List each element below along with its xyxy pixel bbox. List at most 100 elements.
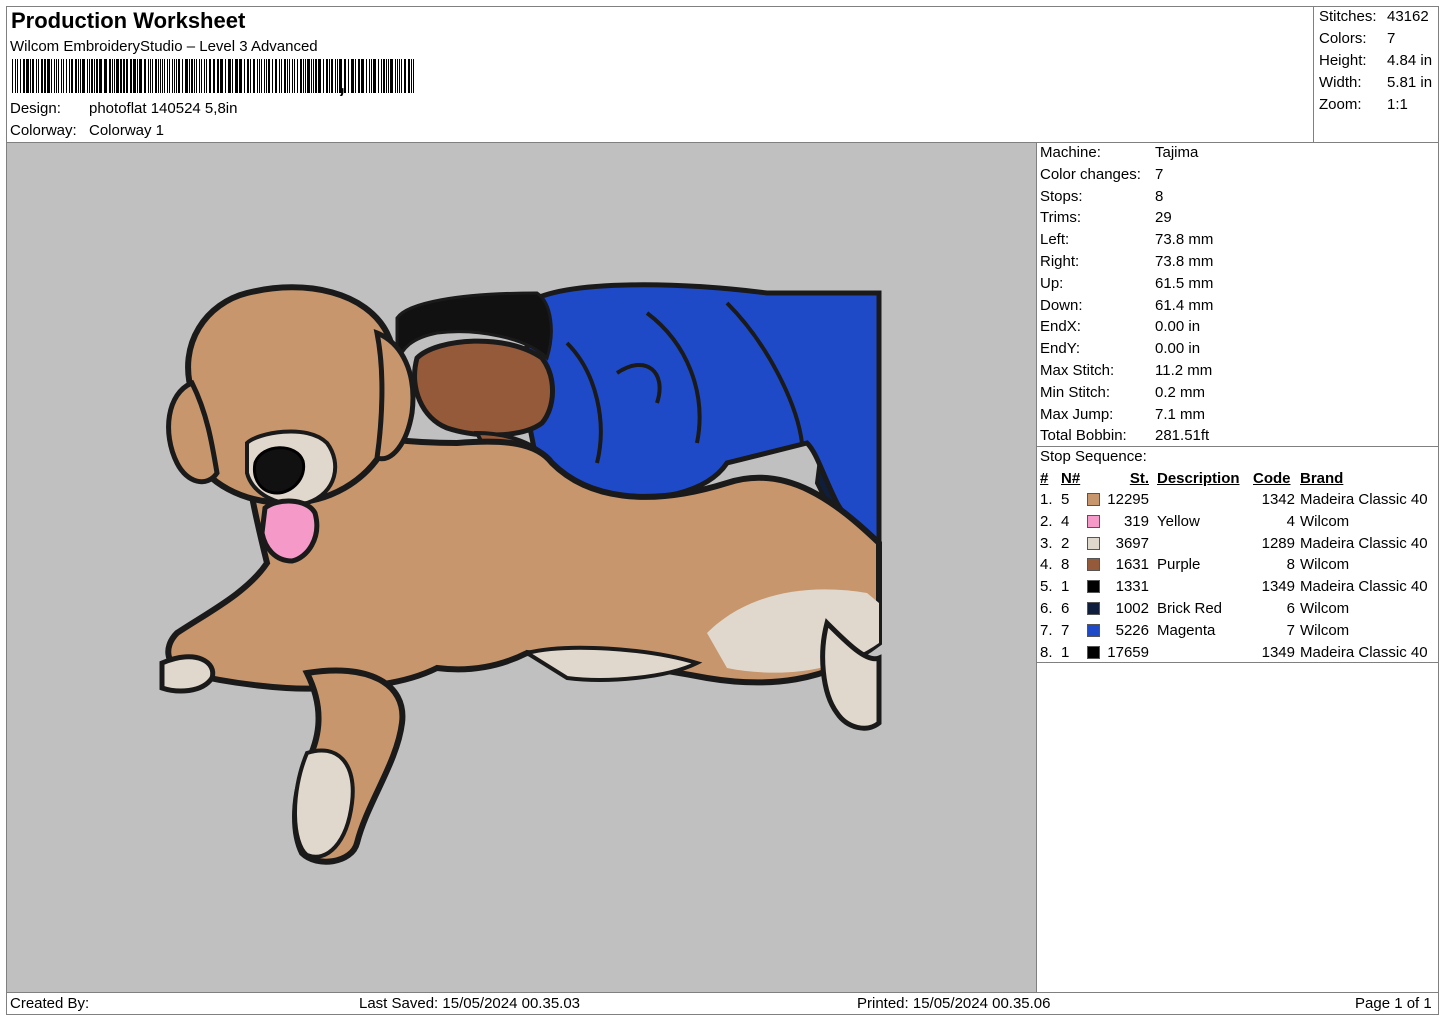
needle-number: 7 <box>1061 621 1070 639</box>
thread-code: 8 <box>1286 556 1295 574</box>
embroidery-design-image <box>159 282 882 865</box>
machine-info-value: 7 <box>1155 165 1164 183</box>
machine-info-value: Tajima <box>1155 144 1199 161</box>
col-header-num: # <box>1040 470 1049 487</box>
col-header-code: Code <box>1253 470 1291 487</box>
summary-label: Colors: <box>1319 30 1367 47</box>
summary-value: 5.81 in <box>1387 74 1433 91</box>
machine-info-label: EndX: <box>1040 318 1081 336</box>
needle-number: 6 <box>1061 600 1070 617</box>
software-name: Wilcom EmbroideryStudio – Level 3 Advanc… <box>10 38 318 55</box>
stitch-count: 1331 <box>1115 578 1149 596</box>
thread-code: 1289 <box>1261 534 1295 552</box>
info-panel-divider <box>1036 142 1037 992</box>
machine-info-label: Down: <box>1040 296 1083 314</box>
machine-info-label: Up: <box>1040 274 1064 292</box>
design-label: Design: <box>10 100 61 117</box>
thread-color-swatch <box>1087 623 1100 637</box>
thread-color-swatch <box>1087 558 1100 572</box>
machine-info-value: 8 <box>1155 187 1164 205</box>
stitch-count: 1631 <box>1115 556 1149 574</box>
summary-label: Stitches: <box>1319 8 1377 25</box>
stitch-count: 17659 <box>1107 643 1149 661</box>
row-number: 1. <box>1040 491 1053 508</box>
thread-brand: Madeira Classic 40 <box>1300 534 1428 552</box>
row-number: 8. <box>1040 643 1053 661</box>
summary-value: 4.84 in <box>1387 52 1433 69</box>
thread-color-swatch <box>1087 645 1100 659</box>
thread-brand: Wilcom <box>1300 621 1350 639</box>
machine-info-label: Max Jump: <box>1040 405 1114 423</box>
machine-info-value: 11.2 mm <box>1155 362 1213 379</box>
machine-info-divider <box>1036 446 1439 447</box>
machine-info-label: Machine: <box>1040 144 1101 161</box>
thread-brand: Wilcom <box>1300 556 1350 574</box>
machine-info-value: 73.8 mm <box>1155 231 1214 249</box>
stitch-count: 3697 <box>1115 534 1149 552</box>
machine-info-value: 0.2 mm <box>1155 383 1206 401</box>
summary-divider <box>1313 6 1314 142</box>
summary-value: 1:1 <box>1387 96 1408 113</box>
row-number: 7. <box>1040 621 1053 639</box>
page-number: Page 1 of 1 <box>1355 995 1432 1012</box>
thread-description: Magenta <box>1157 621 1216 639</box>
thread-description: Purple <box>1157 556 1201 574</box>
machine-info-value: 0.00 in <box>1155 340 1201 358</box>
machine-info-value: 0.00 in <box>1155 318 1201 336</box>
stop-sequence-title: Stop Sequence: <box>1040 448 1147 465</box>
needle-number: 5 <box>1061 491 1070 508</box>
design-value: photoflat 140524 5,8in <box>89 100 238 117</box>
col-header-brand: Brand <box>1300 470 1344 487</box>
thread-brand: Wilcom <box>1300 512 1350 530</box>
machine-info-value: 281.51ft <box>1155 427 1210 445</box>
stitch-count: 5226 <box>1115 621 1149 639</box>
machine-info-label: Max Stitch: <box>1040 362 1115 379</box>
thread-description: Brick Red <box>1157 600 1223 617</box>
thread-description: Yellow <box>1157 512 1200 530</box>
row-number: 4. <box>1040 556 1053 574</box>
col-header-stitches: St. <box>1129 470 1149 487</box>
machine-info-label: Min Stitch: <box>1040 383 1111 401</box>
machine-info-value: 61.4 mm <box>1155 296 1214 314</box>
thread-code: 1342 <box>1261 491 1295 508</box>
machine-info-value: 61.5 mm <box>1155 274 1214 292</box>
colorway-value: Colorway 1 <box>89 122 165 139</box>
machine-info-label: Left: <box>1040 231 1070 249</box>
design-barcode <box>12 59 414 93</box>
machine-info-label: Trims: <box>1040 209 1082 227</box>
row-number: 5. <box>1040 578 1053 596</box>
thread-brand: Madeira Classic 40 <box>1300 578 1428 596</box>
summary-label: Zoom: <box>1319 96 1362 113</box>
stitch-count: 12295 <box>1107 491 1149 508</box>
machine-info-label: Stops: <box>1040 187 1083 205</box>
colorway-label: Colorway: <box>10 122 77 139</box>
design-preview <box>7 143 1036 992</box>
thread-brand: Madeira Classic 40 <box>1300 491 1428 508</box>
machine-info-label: Total Bobbin: <box>1040 427 1127 445</box>
row-number: 6. <box>1040 600 1053 617</box>
summary-label: Width: <box>1319 74 1362 91</box>
row-number: 3. <box>1040 534 1053 552</box>
needle-number: 1 <box>1061 578 1070 596</box>
thread-code: 4 <box>1286 512 1295 530</box>
stitch-count: 319 <box>1123 512 1149 530</box>
needle-number: 8 <box>1061 556 1070 574</box>
summary-value: 43162 <box>1387 8 1429 25</box>
thread-color-swatch <box>1087 536 1100 550</box>
thread-code: 6 <box>1286 600 1295 617</box>
machine-info-value: 7.1 mm <box>1155 405 1206 423</box>
summary-label: Height: <box>1319 52 1367 69</box>
printed-date: Printed: 15/05/2024 00.35.06 <box>857 995 1051 1012</box>
thread-color-swatch <box>1087 580 1100 594</box>
footer-divider <box>6 992 1439 993</box>
page-title: Production Worksheet <box>11 8 246 33</box>
thread-code: 1349 <box>1261 643 1295 661</box>
thread-color-swatch <box>1087 493 1100 506</box>
thread-code: 1349 <box>1261 578 1295 596</box>
stop-sequence-divider <box>1036 662 1439 663</box>
machine-info-label: Right: <box>1040 253 1080 270</box>
machine-info-value: 73.8 mm <box>1155 253 1214 270</box>
last-saved: Last Saved: 15/05/2024 00.35.03 <box>359 995 581 1012</box>
needle-number: 2 <box>1061 534 1070 552</box>
machine-info-label: EndY: <box>1040 340 1081 358</box>
